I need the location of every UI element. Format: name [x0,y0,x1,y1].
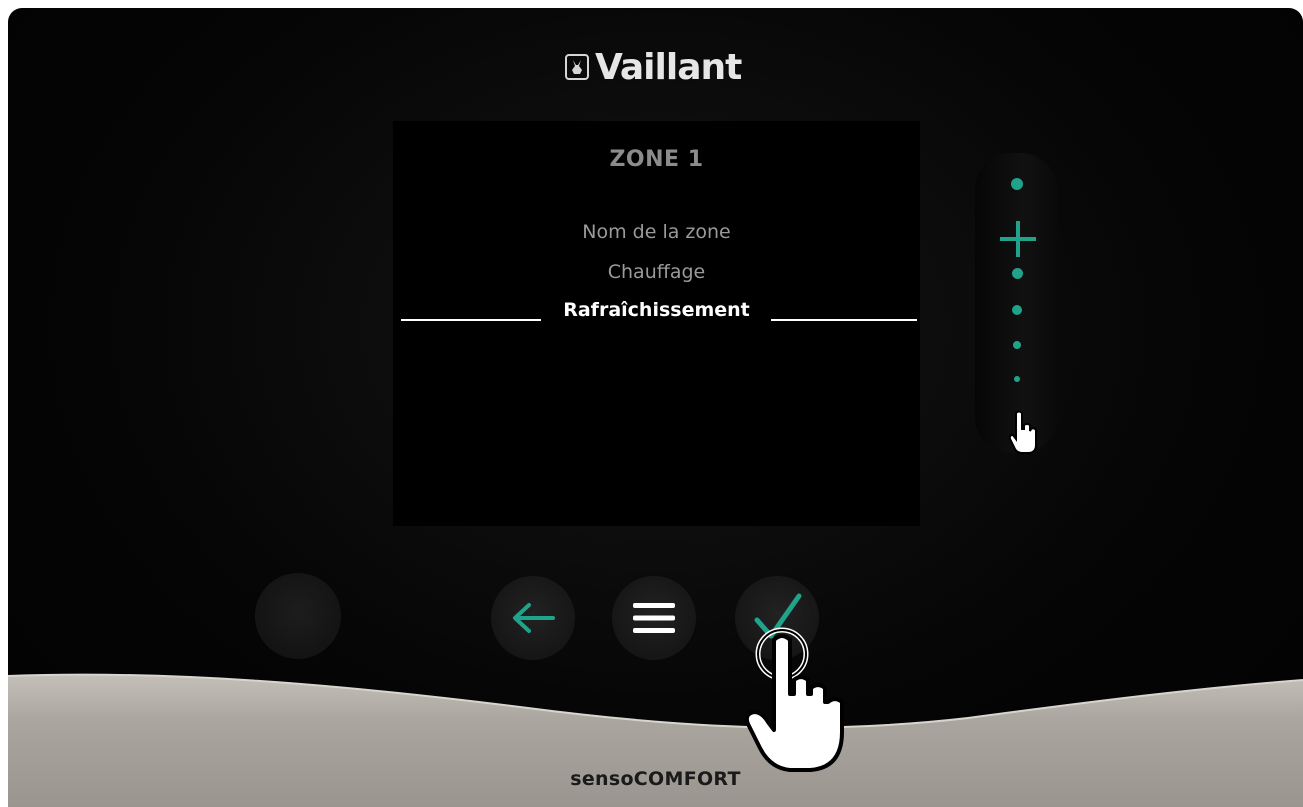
arrow-left-icon [513,603,555,633]
scroll-touch-strip[interactable] [975,153,1057,453]
hamburger-menu-icon [633,603,675,633]
brand-logo: Vaillant [565,44,742,90]
scroll-dot-icon [1011,178,1023,190]
hand-pointer-icon [1008,410,1037,454]
back-button[interactable] [491,576,575,660]
plus-icon[interactable] [1000,221,1036,257]
scroll-dot-icon [1012,268,1023,279]
unlabeled-round-button[interactable] [255,573,341,659]
brand-logo-text: Vaillant [595,46,742,88]
screen-title: ZONE 1 [609,147,704,172]
scroll-dot-icon [1014,376,1020,382]
menu-item-rafraichissement-selected[interactable]: Rafraîchissement [393,299,920,321]
vaillant-hare-emblem-icon [565,54,589,80]
selection-line-right [771,319,917,321]
display-screen: ZONE 1 Nom de la zone Chauffage Rafraîch… [393,121,920,526]
menu-button[interactable] [612,576,696,660]
menu-item-chauffage[interactable]: Chauffage [393,261,920,283]
hand-tap-icon [744,627,844,772]
thermostat-device: Vaillant ZONE 1 Nom de la zone Chauffage… [8,8,1303,807]
scroll-dot-icon [1012,305,1022,315]
menu-item-nom-de-la-zone[interactable]: Nom de la zone [393,221,920,243]
scroll-dot-icon [1013,341,1021,349]
product-name-label: sensoCOMFORT [570,768,741,790]
